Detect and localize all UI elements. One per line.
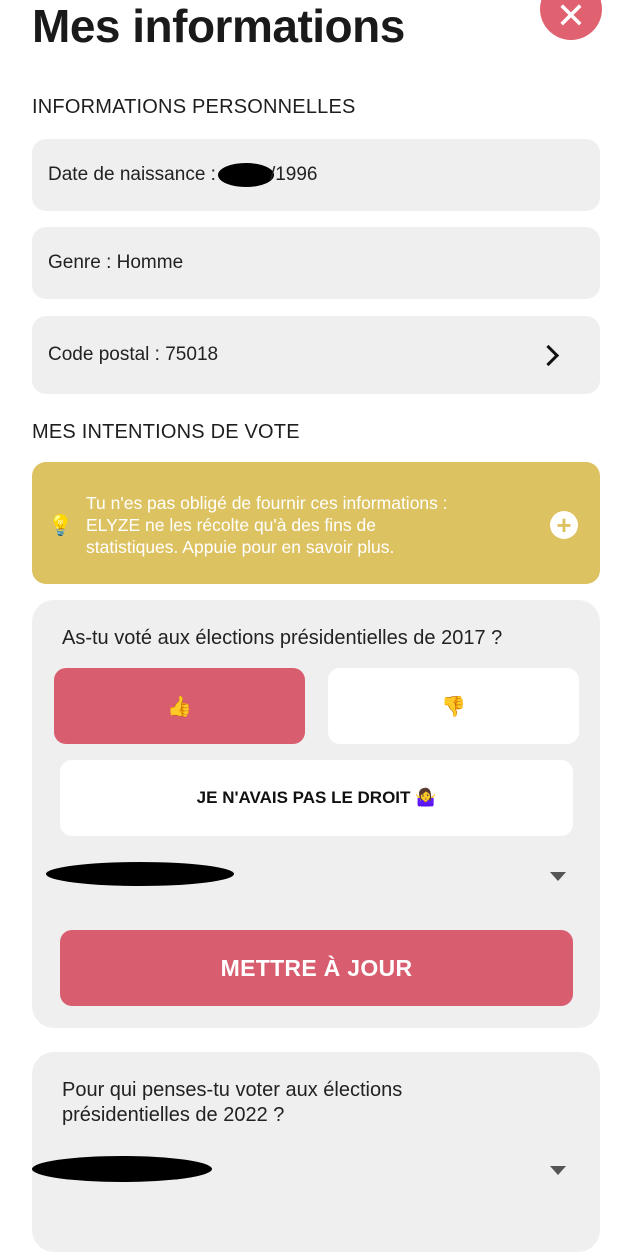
candidate-2017-dropdown[interactable]	[46, 856, 566, 896]
gender-row[interactable]: Genre : Homme	[32, 227, 600, 299]
birthdate-label: Date de naissance :	[48, 164, 216, 185]
chevron-right-icon	[537, 344, 560, 366]
postal-code-row[interactable]: Code postal : 75018	[32, 316, 600, 394]
redaction-mark	[46, 862, 234, 886]
birthdate-value: /1996	[269, 164, 318, 185]
vote-2022-card: Pour qui penses-tu voter aux élections p…	[32, 1052, 600, 1252]
plus-icon[interactable]: +	[550, 511, 578, 539]
caret-down-icon	[550, 1166, 566, 1175]
vote-2017-card: As-tu voté aux élections présidentielles…	[32, 600, 600, 1028]
question-2017: As-tu voté aux élections présidentielles…	[62, 627, 503, 649]
page-title: Mes informations	[32, 0, 405, 52]
yes-button[interactable]: 👍	[54, 668, 305, 744]
redaction-mark	[32, 1156, 212, 1182]
postal-code-label: Code postal : 75018	[48, 344, 219, 365]
birthdate-row[interactable]: Date de naissance : /1996	[32, 139, 600, 211]
section-title-personal: INFORMATIONS PERSONNELLES	[32, 96, 356, 118]
redaction-mark	[217, 163, 274, 187]
thumbs-down-icon: 👎	[441, 695, 466, 718]
close-button[interactable]: ✕	[540, 0, 602, 40]
thumbs-up-icon: 👍	[167, 695, 192, 718]
caret-down-icon	[550, 872, 566, 881]
question-2022: Pour qui penses-tu voter aux élections p…	[62, 1079, 403, 1126]
close-icon: ✕	[555, 0, 587, 36]
no-button[interactable]: 👎	[328, 668, 579, 744]
info-text: Tu n'es pas obligé de fournir ces inform…	[86, 493, 448, 557]
lightbulb-icon: 💡	[48, 514, 73, 537]
section-title-vote: MES INTENTIONS DE VOTE	[32, 421, 300, 443]
update-button[interactable]: METTRE À JOUR	[60, 930, 573, 1006]
no-right-button[interactable]: JE N'AVAIS PAS LE DROIT 🤷‍♀️	[60, 760, 573, 836]
info-banner[interactable]: 💡 Tu n'es pas obligé de fournir ces info…	[32, 462, 600, 584]
candidate-2022-dropdown[interactable]	[32, 1150, 566, 1190]
gender-label: Genre : Homme	[48, 252, 184, 273]
